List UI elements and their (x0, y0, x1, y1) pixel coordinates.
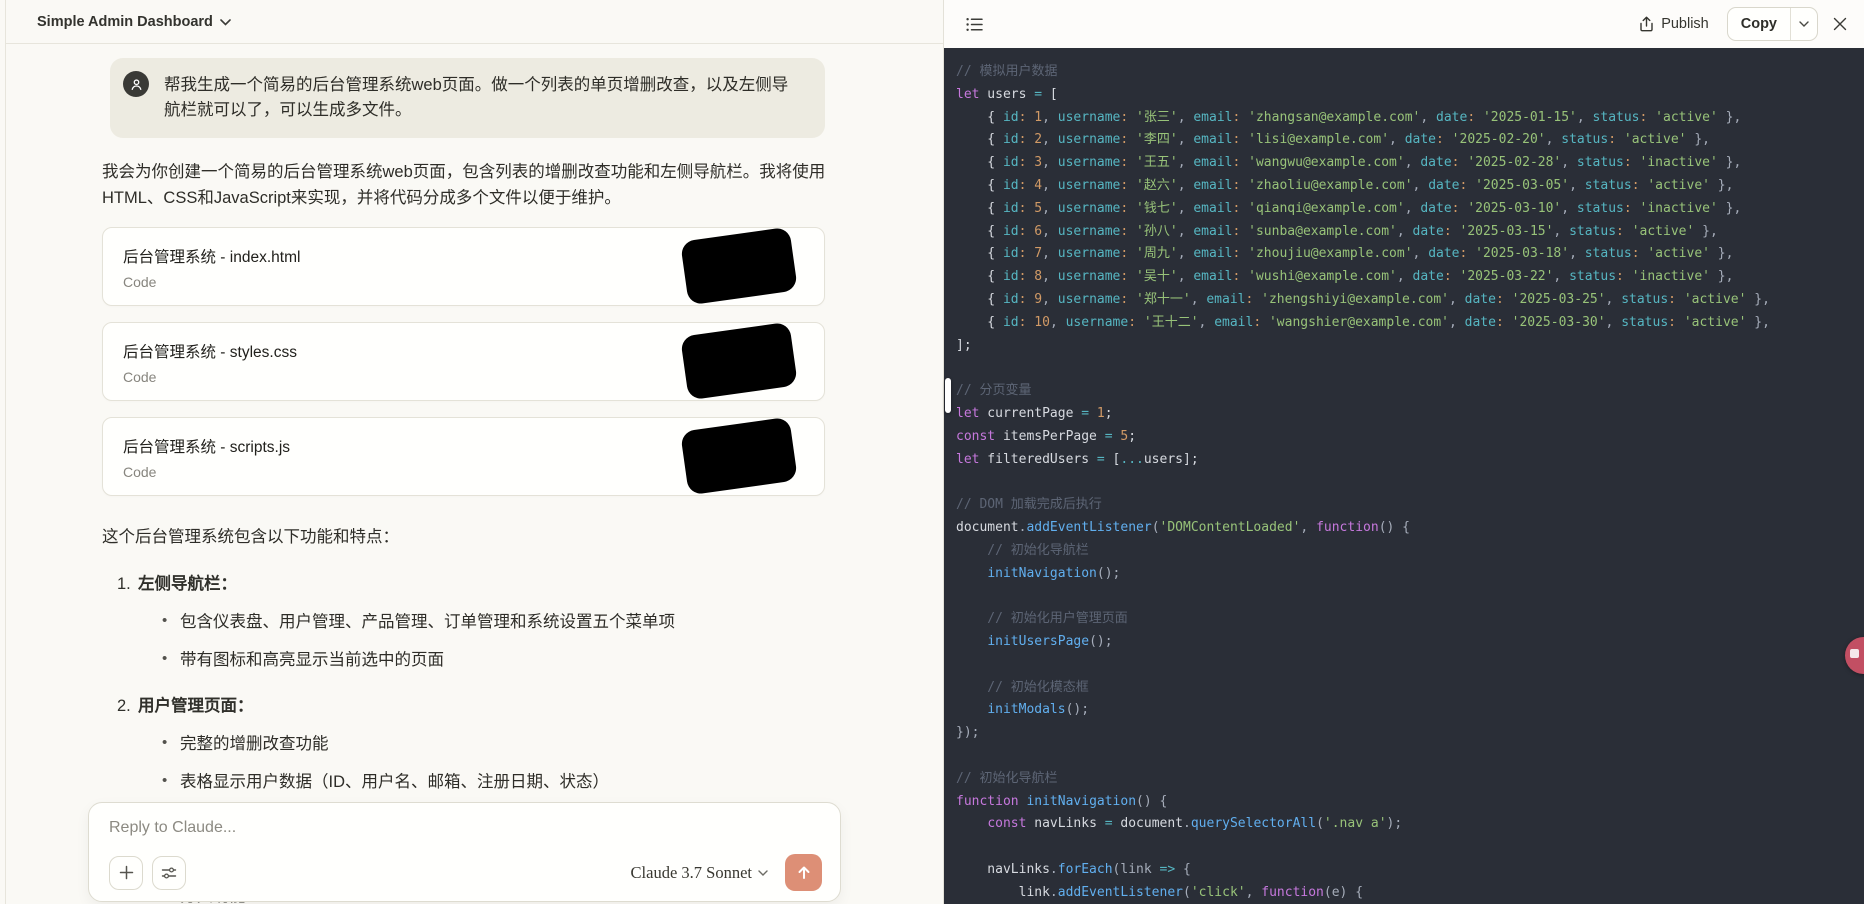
user-message-text: 帮我生成一个简易的后台管理系统web页面。做一个列表的单页增删改查，以及左侧导航… (164, 76, 788, 119)
publish-label: Publish (1661, 16, 1709, 32)
tools-button[interactable] (152, 856, 186, 890)
copy-button[interactable]: Copy (1728, 8, 1790, 40)
feature-item: 完整的增删改查功能 (102, 732, 842, 756)
chat-panel: Simple Admin Dashboard 帮我生成一个简易的后台管理系统we… (0, 0, 943, 904)
artifact-thumbnail (680, 227, 798, 305)
chevron-down-icon (1799, 21, 1809, 27)
artifact-panel: Publish Copy // 模拟用户数据let users = [ { id… (943, 0, 1864, 904)
list-number: 1. (117, 572, 138, 596)
panel-resize-handle[interactable] (945, 378, 951, 413)
close-icon (1833, 17, 1847, 31)
code-line: }); (956, 722, 1864, 745)
code-line (956, 357, 1864, 380)
code-line: const itemsPerPage = 5; (956, 426, 1864, 449)
user-message-bubble: 帮我生成一个简易的后台管理系统web页面。做一个列表的单页增删改查，以及左侧导航… (110, 58, 825, 138)
artifact-list-button[interactable] (966, 17, 983, 32)
chat-header: Simple Admin Dashboard (6, 0, 943, 44)
chat-message-list[interactable]: 帮我生成一个简易的后台管理系统web页面。做一个列表的单页增删改查，以及左侧导航… (6, 45, 943, 904)
share-icon (1639, 16, 1654, 32)
copy-split-button: Copy (1727, 7, 1818, 41)
code-viewer[interactable]: // 模拟用户数据let users = [ { id: 1, username… (944, 48, 1864, 904)
artifact-card-index-html[interactable]: 后台管理系统 - index.html Code (102, 227, 825, 306)
reply-input[interactable]: Reply to Claude... (109, 819, 822, 837)
code-line: let currentPage = 1; (956, 403, 1864, 426)
code-line: // 模拟用户数据 (956, 61, 1864, 84)
close-artifact-button[interactable] (1833, 17, 1847, 31)
publish-button[interactable]: Publish (1639, 16, 1709, 32)
code-line: initUsersPage(); (956, 631, 1864, 654)
list-number: 2. (117, 694, 138, 718)
code-line (956, 745, 1864, 768)
code-line: navLinks.forEach(link => { (956, 859, 1864, 882)
reply-composer[interactable]: Reply to Claude... Claude 3.7 Sonnet (88, 802, 841, 902)
plus-icon (119, 865, 134, 880)
copy-options-button[interactable] (1790, 8, 1817, 40)
code-line: // 初始化模态框 (956, 677, 1864, 700)
code-line: // 初始化用户管理页面 (956, 608, 1864, 631)
assistant-intro-text: 我会为你创建一个简易的后台管理系统web页面，包含列表的增删改查功能和左侧导航栏… (102, 159, 842, 211)
conversation-title-menu[interactable]: Simple Admin Dashboard (37, 14, 231, 30)
code-line: function initNavigation() { (956, 791, 1864, 814)
user-avatar (123, 71, 149, 97)
artifact-header: Publish Copy (944, 0, 1864, 48)
code-line: { id: 2, username: '李四', email: 'lisi@ex… (956, 129, 1864, 152)
artifact-card-scripts-js[interactable]: 后台管理系统 - scripts.js Code (102, 417, 825, 496)
code-line: { id: 1, username: '张三', email: 'zhangsa… (956, 107, 1864, 130)
code-line: { id: 7, username: '周九', email: 'zhoujiu… (956, 243, 1864, 266)
feature-item: 表格显示用户数据（ID、用户名、邮箱、注册日期、状态） (102, 770, 842, 794)
feature-section-title: 用户管理页面： (138, 694, 254, 718)
chevron-down-icon (758, 870, 768, 876)
code-line: { id: 5, username: '钱七', email: 'qianqi@… (956, 198, 1864, 221)
code-line: // 分页变量 (956, 380, 1864, 403)
artifact-thumbnail (680, 322, 798, 400)
code-line: initModals(); (956, 699, 1864, 722)
feature-item: 带有图标和高亮显示当前选中的页面 (102, 648, 842, 672)
claude-app-window: Simple Admin Dashboard 帮我生成一个简易的后台管理系统we… (0, 0, 1864, 904)
model-name: Claude 3.7 Sonnet (631, 863, 752, 883)
code-line (956, 654, 1864, 677)
model-selector[interactable]: Claude 3.7 Sonnet (631, 863, 768, 883)
code-line: ]; (956, 335, 1864, 358)
code-line: { id: 10, username: '王十二', email: 'wangs… (956, 312, 1864, 335)
code-line: { id: 6, username: '孙八', email: 'sunba@e… (956, 221, 1864, 244)
code-line: initNavigation(); (956, 563, 1864, 586)
code-line: const navLinks = document.querySelectorA… (956, 813, 1864, 836)
code-line: { id: 9, username: '郑十一', email: 'zhengs… (956, 289, 1864, 312)
artifact-card-styles-css[interactable]: 后台管理系统 - styles.css Code (102, 322, 825, 401)
send-button[interactable] (785, 854, 822, 891)
code-line: // 初始化导航栏 (956, 768, 1864, 791)
code-line (956, 836, 1864, 859)
arrow-up-icon (797, 865, 811, 880)
list-icon (966, 17, 983, 32)
artifact-thumbnail (680, 417, 798, 495)
feature-section-sidebar: 1. 左侧导航栏： 包含仪表盘、用户管理、产品管理、订单管理和系统设置五个菜单项… (102, 572, 842, 672)
code-line: let users = [ (956, 84, 1864, 107)
chevron-down-icon (220, 19, 231, 26)
feature-section-title: 左侧导航栏： (138, 572, 237, 596)
code-line: { id: 8, username: '吴十', email: 'wushi@e… (956, 266, 1864, 289)
code-line: { id: 3, username: '王五', email: 'wangwu@… (956, 152, 1864, 175)
code-line: { id: 4, username: '赵六', email: 'zhaoliu… (956, 175, 1864, 198)
person-icon (130, 78, 143, 91)
feature-item: 包含仪表盘、用户管理、产品管理、订单管理和系统设置五个菜单项 (102, 610, 842, 634)
sliders-icon (161, 866, 177, 880)
code-line: // DOM 加载完成后执行 (956, 494, 1864, 517)
code-line (956, 585, 1864, 608)
attach-button[interactable] (109, 856, 143, 890)
code-line: document.addEventListener('DOMContentLoa… (956, 517, 1864, 540)
code-line: let filteredUsers = [...users]; (956, 449, 1864, 472)
conversation-title: Simple Admin Dashboard (37, 14, 213, 30)
code-line: link.addEventListener('click', function(… (956, 882, 1864, 904)
code-line (956, 471, 1864, 494)
features-intro-text: 这个后台管理系统包含以下功能和特点： (102, 524, 842, 550)
code-line: // 初始化导航栏 (956, 540, 1864, 563)
